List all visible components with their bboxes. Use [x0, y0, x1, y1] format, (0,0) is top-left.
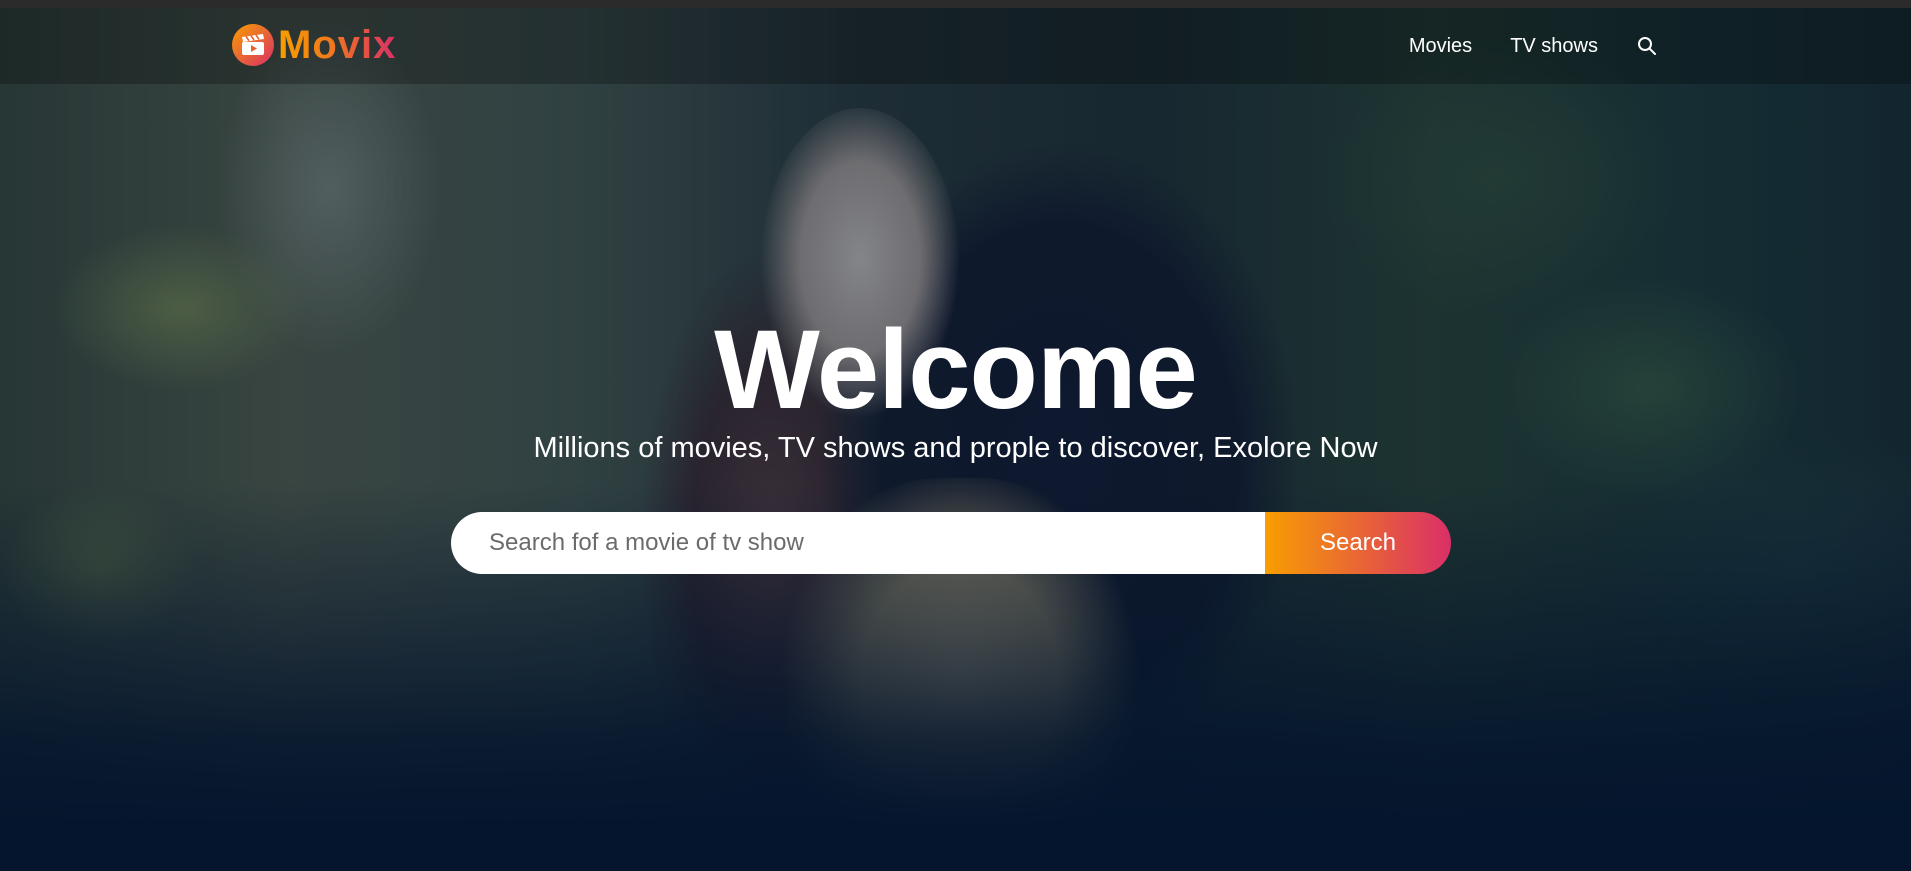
site-header: Movix Movies TV shows — [0, 8, 1911, 84]
main-nav: Movies TV shows — [1371, 8, 1658, 84]
page: Movix Movies TV shows Welcome Millions o… — [0, 0, 1911, 871]
nav-item-tv-shows[interactable]: TV shows — [1510, 35, 1598, 58]
hero-section: Welcome Millions of movies, TV shows and… — [0, 310, 1911, 466]
logo[interactable]: Movix — [232, 22, 396, 68]
search-icon[interactable] — [1636, 35, 1658, 57]
film-clapper-icon — [232, 24, 274, 66]
hero-search-bar: Search — [451, 512, 1451, 574]
hero-title: Welcome — [714, 307, 1198, 432]
top-strip — [0, 0, 1911, 8]
hero-subtitle: Millions of movies, TV shows and prople … — [533, 432, 1378, 464]
nav-item-movies[interactable]: Movies — [1409, 35, 1472, 58]
logo-text: Movix — [278, 22, 397, 67]
search-input[interactable] — [451, 512, 1265, 574]
search-button[interactable]: Search — [1265, 512, 1451, 574]
